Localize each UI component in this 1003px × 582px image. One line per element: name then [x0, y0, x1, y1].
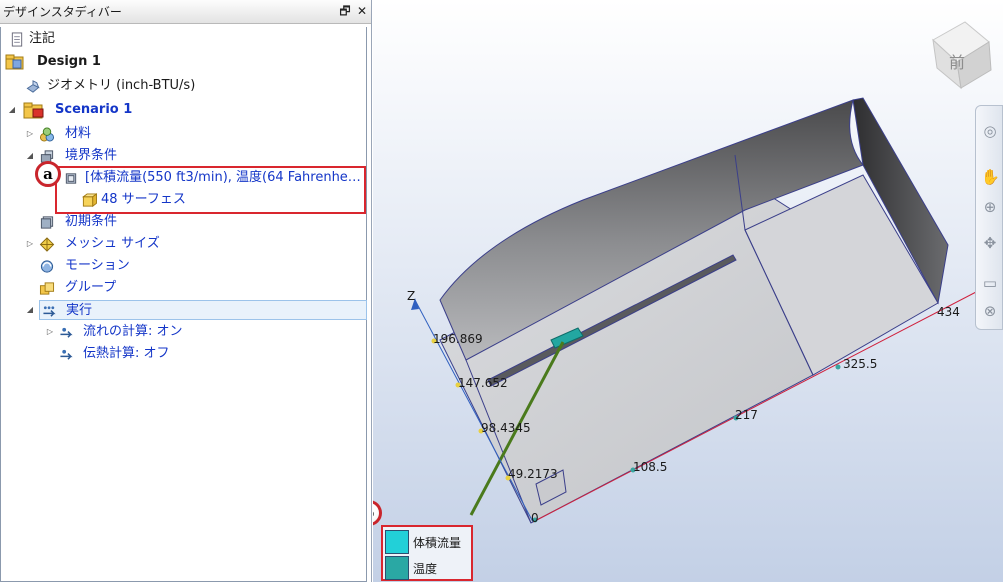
legend-swatch: [385, 530, 409, 554]
tree-label: 流れの計算: オン: [83, 324, 183, 339]
tree-label: モーション: [65, 258, 130, 273]
center-icon[interactable]: ⊗: [981, 302, 999, 320]
tree-label: 材料: [65, 126, 92, 141]
tree-item-mesh[interactable]: ▷ メッシュ サイズ: [25, 234, 325, 254]
x-tick-label: 0: [531, 511, 539, 525]
navigation-bar: ◎ ✋ ⊕ ✥ ▭ ⊗: [975, 105, 1003, 330]
z-tick-label: 49.2173: [508, 467, 558, 481]
steering-wheel-icon[interactable]: ◎: [981, 122, 999, 140]
tree-label: 実行: [66, 303, 93, 318]
groups-icon: [39, 282, 55, 295]
legend-label: 体積流量: [413, 536, 462, 550]
look-icon[interactable]: ▭: [981, 274, 999, 292]
callout-box-a: [55, 166, 366, 214]
tree-label: Design 1: [37, 54, 101, 69]
tree-item-design[interactable]: Design 1: [5, 52, 305, 72]
tree-item-groups[interactable]: グループ: [39, 278, 339, 298]
tree-item-run[interactable]: 実行: [39, 300, 367, 320]
tree-label: 伝熱計算: オフ: [83, 346, 170, 361]
panel-titlebar: デザインスタディバー 🗗 ✕: [0, 0, 371, 24]
motion-icon: [40, 260, 54, 273]
tree-label: 境界条件: [65, 148, 118, 163]
viewcube[interactable]: 前: [932, 21, 992, 90]
tree-item-flow[interactable]: ▷ 流れの計算: オン: [45, 322, 345, 342]
callout-badge-a: a: [35, 161, 61, 187]
tree-label: 注記: [29, 31, 56, 46]
zoom-icon[interactable]: ⊕: [981, 198, 999, 216]
tree-item-notes[interactable]: 注記: [7, 29, 307, 49]
tree-label: メッシュ サイズ: [65, 236, 160, 251]
collapse-arrow-icon[interactable]: ◢: [25, 300, 35, 320]
tree-item-initial[interactable]: 初期条件: [39, 212, 339, 232]
design-study-bar: デザインスタディバー 🗗 ✕ 注記 Design 1 ジオメトリ (inch-B…: [0, 0, 372, 582]
mesh-icon: [39, 237, 55, 252]
legend-label: 温度: [413, 562, 438, 576]
model-view: Z 196.869 147.652 98.4345 49.2173 0 108.…: [407, 21, 1003, 525]
3d-viewport[interactable]: Z 196.869 147.652 98.4345 49.2173 0 108.…: [373, 0, 1003, 582]
heat-icon: [60, 349, 73, 360]
run-icon: [43, 306, 56, 317]
initial-conditions-icon: [40, 216, 54, 229]
z-tick-label: 98.4345: [481, 421, 531, 435]
tree-item-boundary[interactable]: ◢ 境界条件: [25, 146, 325, 166]
notes-icon: [11, 32, 23, 47]
restore-icon[interactable]: 🗗: [338, 4, 352, 18]
scenario-icon: [23, 102, 44, 119]
x-tick-label: 108.5: [633, 460, 667, 474]
tree-item-scenario[interactable]: ◢ Scenario 1: [7, 100, 307, 120]
collapse-arrow-icon[interactable]: ◢: [7, 100, 17, 120]
z-axis-label: Z: [407, 289, 415, 303]
x-tick-label: 434: [937, 305, 960, 319]
x-tick-label: 325.5: [843, 357, 877, 371]
orbit-icon[interactable]: ✥: [981, 234, 999, 252]
legend: 体積流量 温度: [381, 525, 473, 581]
expand-arrow-icon[interactable]: ▷: [25, 234, 35, 254]
flow-icon: [60, 327, 73, 338]
tree-label: Scenario 1: [55, 102, 133, 117]
geometry-icon: [26, 80, 40, 93]
viewcube-face-label: 前: [949, 53, 965, 72]
pan-icon[interactable]: ✋: [981, 168, 1000, 186]
close-icon[interactable]: ✕: [355, 4, 369, 18]
materials-icon: [39, 127, 55, 142]
z-tick-label: 196.869: [433, 332, 483, 346]
tree-label: 初期条件: [65, 214, 118, 229]
tree-item-heat[interactable]: 伝熱計算: オフ: [59, 344, 359, 364]
expand-arrow-icon[interactable]: ▷: [25, 124, 35, 144]
design-tree: 注記 Design 1 ジオメトリ (inch-BTU/s) ◢ Scenari…: [0, 27, 367, 582]
tree-item-materials[interactable]: ▷ 材料: [25, 124, 325, 144]
tree-item-motion[interactable]: モーション: [39, 256, 339, 276]
design-icon: [5, 54, 24, 70]
tree-label: グループ: [65, 280, 117, 295]
tree-label: ジオメトリ (inch-BTU/s): [47, 78, 196, 93]
tree-item-geometry[interactable]: ジオメトリ (inch-BTU/s): [23, 76, 323, 96]
panel-title: デザインスタディバー: [3, 5, 122, 19]
legend-swatch: [385, 556, 409, 580]
z-tick-label: 147.652: [458, 376, 508, 390]
collapse-arrow-icon[interactable]: ◢: [25, 146, 35, 166]
x-tick-label: 217: [735, 408, 758, 422]
expand-arrow-icon[interactable]: ▷: [45, 322, 55, 342]
